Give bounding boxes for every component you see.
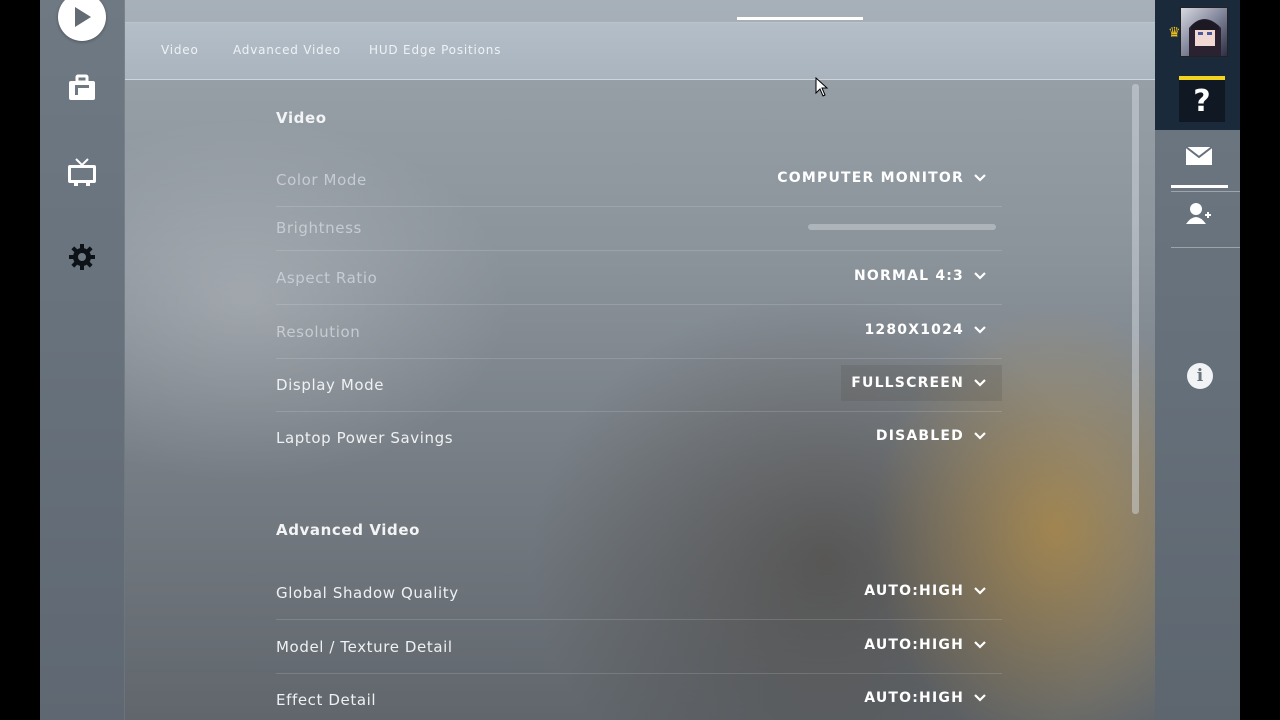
section-title-advanced-video: Advanced Video xyxy=(276,521,421,539)
settings-button[interactable] xyxy=(40,237,124,277)
setting-dropdown[interactable]: AUTO:HIGH xyxy=(864,690,986,706)
mouse-cursor-icon xyxy=(815,77,829,97)
setting-dropdown[interactable]: NORMAL 4:3 xyxy=(854,268,986,284)
inventory-button[interactable] xyxy=(40,68,124,108)
divider xyxy=(1171,191,1240,192)
setting-dropdown[interactable]: AUTO:HIGH xyxy=(864,583,986,599)
setting-dropdown[interactable]: AUTO:HIGH xyxy=(864,637,986,653)
crown-icon: ♛ xyxy=(1168,25,1181,41)
setting-label: Global Shadow Quality xyxy=(276,584,459,602)
tv-icon xyxy=(68,158,96,186)
setting-row-model-texture-detail[interactable]: Model / Texture Detail AUTO:HIGH xyxy=(276,620,1002,674)
divider xyxy=(1171,247,1240,248)
play-icon xyxy=(58,0,106,41)
subnav-advanced-video[interactable]: Advanced Video xyxy=(233,43,341,57)
chevron-down-icon xyxy=(974,379,986,387)
setting-value: DISABLED xyxy=(875,428,964,444)
setting-label: Display Mode xyxy=(276,376,385,394)
setting-value: AUTO:HIGH xyxy=(864,690,964,706)
settings-tab-strip xyxy=(125,0,1155,23)
setting-dropdown[interactable]: 1280X1024 xyxy=(864,322,986,338)
settings-panel: Video Advanced Video HUD Edge Positions … xyxy=(125,0,1155,720)
info-button[interactable]: i xyxy=(1187,363,1213,389)
chevron-down-icon xyxy=(974,174,986,182)
setting-label: Laptop Power Savings xyxy=(276,429,454,447)
add-friend-icon xyxy=(1186,203,1211,224)
gear-icon xyxy=(69,244,95,270)
setting-row-color-mode[interactable]: Color Mode COMPUTER MONITOR xyxy=(276,153,1002,207)
setting-row-laptop-power-savings[interactable]: Laptop Power Savings DISABLED xyxy=(276,411,1002,464)
chevron-down-icon xyxy=(974,326,986,334)
setting-dropdown[interactable]: FULLSCREEN xyxy=(841,365,1002,401)
setting-label: Resolution xyxy=(276,323,361,341)
letterbox-right xyxy=(1240,0,1280,720)
setting-row-aspect-ratio[interactable]: Aspect Ratio NORMAL 4:3 xyxy=(276,251,1002,305)
scrollbar[interactable] xyxy=(1132,84,1139,514)
setting-dropdown[interactable]: COMPUTER MONITOR xyxy=(777,170,986,186)
add-friend-button[interactable] xyxy=(1172,202,1226,242)
setting-value: FULLSCREEN xyxy=(851,375,964,391)
subnav-video[interactable]: Video xyxy=(161,43,199,57)
setting-label: Aspect Ratio xyxy=(276,269,378,287)
setting-value: COMPUTER MONITOR xyxy=(777,170,964,186)
help-icon: ? xyxy=(1193,83,1211,119)
setting-value: AUTO:HIGH xyxy=(864,583,964,599)
avatar[interactable] xyxy=(1180,7,1228,57)
setting-label: Color Mode xyxy=(276,171,367,189)
profile-area: ♛ ? xyxy=(1155,0,1240,130)
inbox-active-indicator xyxy=(1171,185,1228,188)
chevron-down-icon xyxy=(974,694,986,702)
play-button[interactable] xyxy=(40,0,124,42)
setting-row-effect-detail[interactable]: Effect Detail AUTO:HIGH xyxy=(276,673,1002,720)
chevron-down-icon xyxy=(974,432,986,440)
subnav-hud-edge-positions[interactable]: HUD Edge Positions xyxy=(369,43,501,57)
setting-value: 1280X1024 xyxy=(864,322,964,338)
brightness-slider[interactable] xyxy=(808,224,996,230)
chevron-down-icon xyxy=(974,272,986,280)
mail-icon xyxy=(1185,146,1213,165)
setting-row-resolution[interactable]: Resolution 1280X1024 xyxy=(276,305,1002,359)
setting-row-brightness: Brightness xyxy=(276,203,1002,251)
setting-dropdown[interactable]: DISABLED xyxy=(876,428,986,444)
chevron-down-icon xyxy=(974,587,986,595)
setting-value: NORMAL 4:3 xyxy=(853,268,964,284)
letterbox-left xyxy=(0,0,40,720)
setting-label: Model / Texture Detail xyxy=(276,638,453,656)
inbox-button[interactable] xyxy=(1172,146,1226,186)
chevron-down-icon xyxy=(974,641,986,649)
left-nav-rail xyxy=(40,0,125,720)
setting-label: Effect Detail xyxy=(276,691,377,709)
info-icon: i xyxy=(1196,366,1204,386)
settings-subnav: Video Advanced Video HUD Edge Positions xyxy=(125,23,1155,80)
right-social-rail: ♛ ? i xyxy=(1155,0,1240,720)
active-tab-indicator xyxy=(737,17,863,20)
section-title-video: Video xyxy=(276,109,327,127)
setting-row-global-shadow-quality[interactable]: Global Shadow Quality AUTO:HIGH xyxy=(276,566,1002,620)
setting-label: Brightness xyxy=(276,219,362,237)
watch-button[interactable] xyxy=(40,152,124,192)
help-button[interactable]: ? xyxy=(1179,76,1225,122)
inventory-icon xyxy=(69,74,95,100)
setting-row-display-mode[interactable]: Display Mode FULLSCREEN xyxy=(276,358,1002,412)
setting-value: AUTO:HIGH xyxy=(864,637,964,653)
